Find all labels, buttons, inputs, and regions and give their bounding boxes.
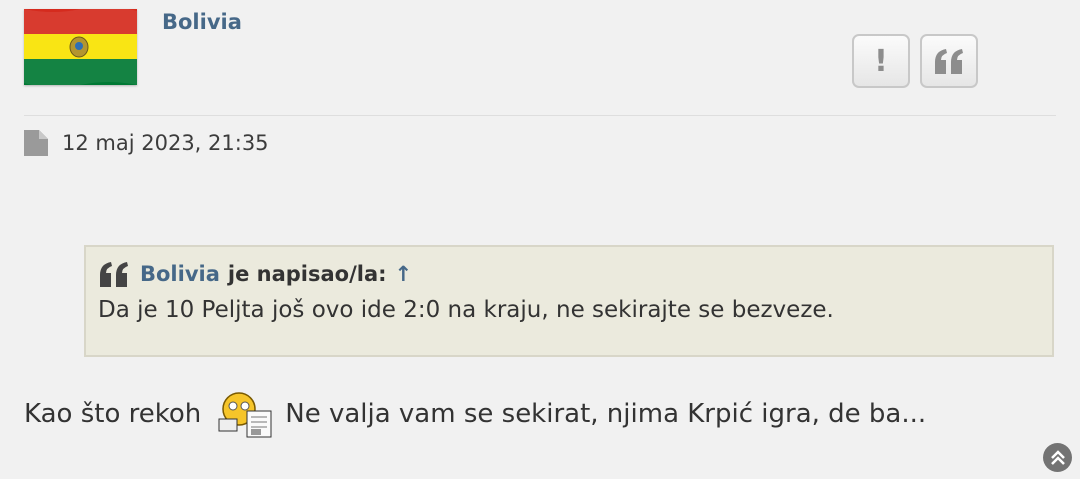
- quote-source-arrow[interactable]: ↑: [395, 262, 413, 286]
- post-date: 12 maj 2023, 21:35: [62, 131, 269, 155]
- quote-icon: [100, 262, 128, 287]
- quote-header: Bolivia je napisao/la: ↑: [98, 261, 1052, 287]
- post-meta: 12 maj 2023, 21:35: [24, 130, 269, 156]
- reading-newspaper-smiley-icon: [218, 392, 272, 438]
- post-text-before: Kao što rekoh: [24, 399, 202, 429]
- bolivia-flag-avatar[interactable]: [24, 6, 137, 88]
- post-content: Kao što rekoh Ne valja vam se sekirat, n…: [24, 389, 926, 439]
- back-to-top-button[interactable]: [1043, 443, 1072, 472]
- quote-wrote-label: je napisao/la:: [227, 262, 387, 286]
- file-icon[interactable]: [24, 130, 48, 156]
- exclamation-icon: !: [874, 43, 888, 79]
- post-text-after: Ne valja vam se sekirat, njima Krpić igr…: [285, 399, 927, 429]
- post-author[interactable]: Bolivia: [162, 10, 242, 34]
- chevron-up-icon: [1050, 449, 1065, 465]
- quote-icon: [935, 49, 963, 74]
- quote-author-link[interactable]: Bolivia: [140, 262, 220, 286]
- quote-button[interactable]: [920, 34, 978, 88]
- post-divider: [24, 115, 1056, 116]
- quote-text: Da je 10 Peljta još ovo ide 2:0 na kraju…: [98, 297, 834, 323]
- report-button[interactable]: !: [852, 34, 910, 88]
- quote-block: Bolivia je napisao/la: ↑ Da je 10 Peljta…: [84, 245, 1054, 357]
